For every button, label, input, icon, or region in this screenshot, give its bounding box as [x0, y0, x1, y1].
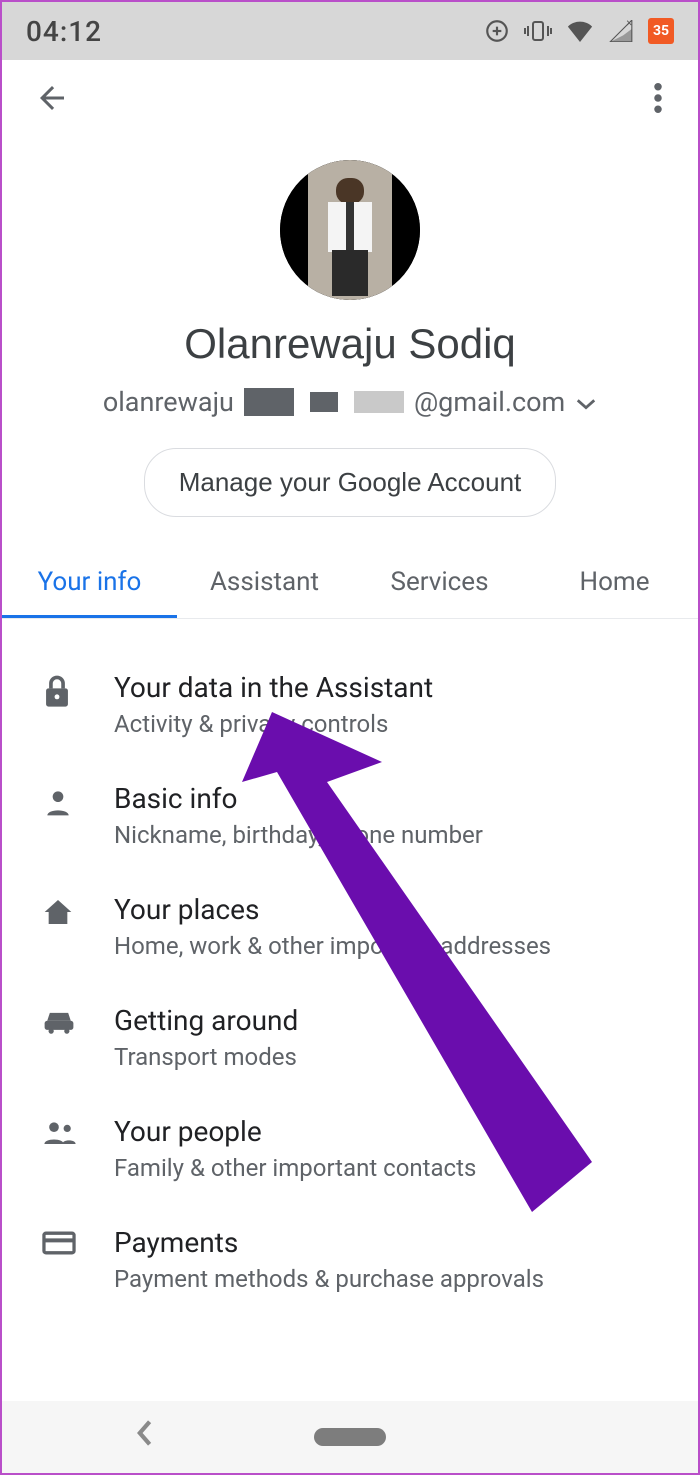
tab-assistant[interactable]: Assistant — [177, 553, 352, 618]
item-subtitle: Family & other important contacts — [114, 1154, 476, 1182]
people-icon — [42, 1119, 92, 1145]
item-title: Payments — [114, 1226, 544, 1259]
list-item-getting-around[interactable]: Getting around Transport modes — [2, 982, 698, 1093]
more-vert-icon — [654, 83, 662, 117]
status-time: 04:12 — [26, 15, 102, 48]
person-icon — [42, 786, 92, 818]
item-title: Your people — [114, 1115, 476, 1148]
arrow-back-icon — [34, 80, 70, 120]
settings-list: Your data in the Assistant Activity & pr… — [2, 619, 698, 1315]
email-prefix: olanrewaju — [103, 386, 234, 418]
email-suffix: @gmail.com — [414, 386, 565, 418]
item-title: Your places — [114, 893, 551, 926]
status-icons: × 35 — [484, 18, 674, 44]
item-subtitle: Nickname, birthday, phone number — [114, 821, 483, 849]
redaction-block — [354, 391, 404, 413]
profile-name: Olanrewaju Sodiq — [184, 320, 516, 368]
tab-your-info[interactable]: Your info — [2, 553, 177, 618]
tab-services[interactable]: Services — [352, 553, 527, 618]
svg-text:×: × — [626, 20, 632, 30]
item-subtitle: Payment methods & purchase approvals — [114, 1265, 544, 1293]
list-item-your-data[interactable]: Your data in the Assistant Activity & pr… — [2, 649, 698, 760]
overflow-menu-button[interactable] — [638, 80, 678, 120]
list-item-your-people[interactable]: Your people Family & other important con… — [2, 1093, 698, 1204]
item-title: Getting around — [114, 1004, 298, 1037]
item-subtitle: Transport modes — [114, 1043, 298, 1071]
car-icon — [42, 1008, 92, 1036]
list-item-basic-info[interactable]: Basic info Nickname, birthday, phone num… — [2, 760, 698, 871]
item-title: Your data in the Assistant — [114, 671, 433, 704]
profile-section: Olanrewaju Sodiq olanrewaju @gmail.com Ma… — [2, 140, 698, 517]
vibrate-icon — [524, 18, 552, 44]
item-subtitle: Activity & privacy controls — [114, 710, 433, 738]
item-subtitle: Home, work & other important addresses — [114, 932, 551, 960]
list-item-payments[interactable]: Payments Payment methods & purchase appr… — [2, 1204, 698, 1315]
lock-icon — [42, 675, 92, 709]
redaction-block — [244, 388, 294, 416]
profile-email-row[interactable]: olanrewaju @gmail.com — [103, 386, 597, 418]
manage-account-button[interactable]: Manage your Google Account — [144, 448, 557, 517]
calendar-badge-icon: 35 — [648, 18, 674, 44]
chevron-down-icon — [575, 386, 597, 418]
nav-home-pill[interactable] — [314, 1428, 386, 1446]
back-button[interactable] — [32, 80, 72, 120]
app-header — [2, 60, 698, 140]
item-title: Basic info — [114, 782, 483, 815]
home-icon — [42, 897, 92, 927]
device-frame: 04:12 × 35 — [0, 0, 700, 1475]
tabs: Your info Assistant Services Home — [2, 553, 698, 619]
credit-card-icon — [42, 1230, 92, 1256]
redaction-block — [310, 392, 338, 412]
nav-back-button[interactable] — [134, 1419, 154, 1455]
system-nav-bar — [2, 1401, 698, 1473]
avatar[interactable] — [280, 160, 420, 300]
status-bar: 04:12 × 35 — [2, 2, 698, 60]
clock-plus-icon — [484, 18, 510, 44]
signal-icon: × — [608, 20, 634, 42]
wifi-icon — [566, 20, 594, 42]
list-item-your-places[interactable]: Your places Home, work & other important… — [2, 871, 698, 982]
tab-home[interactable]: Home — [527, 553, 700, 618]
